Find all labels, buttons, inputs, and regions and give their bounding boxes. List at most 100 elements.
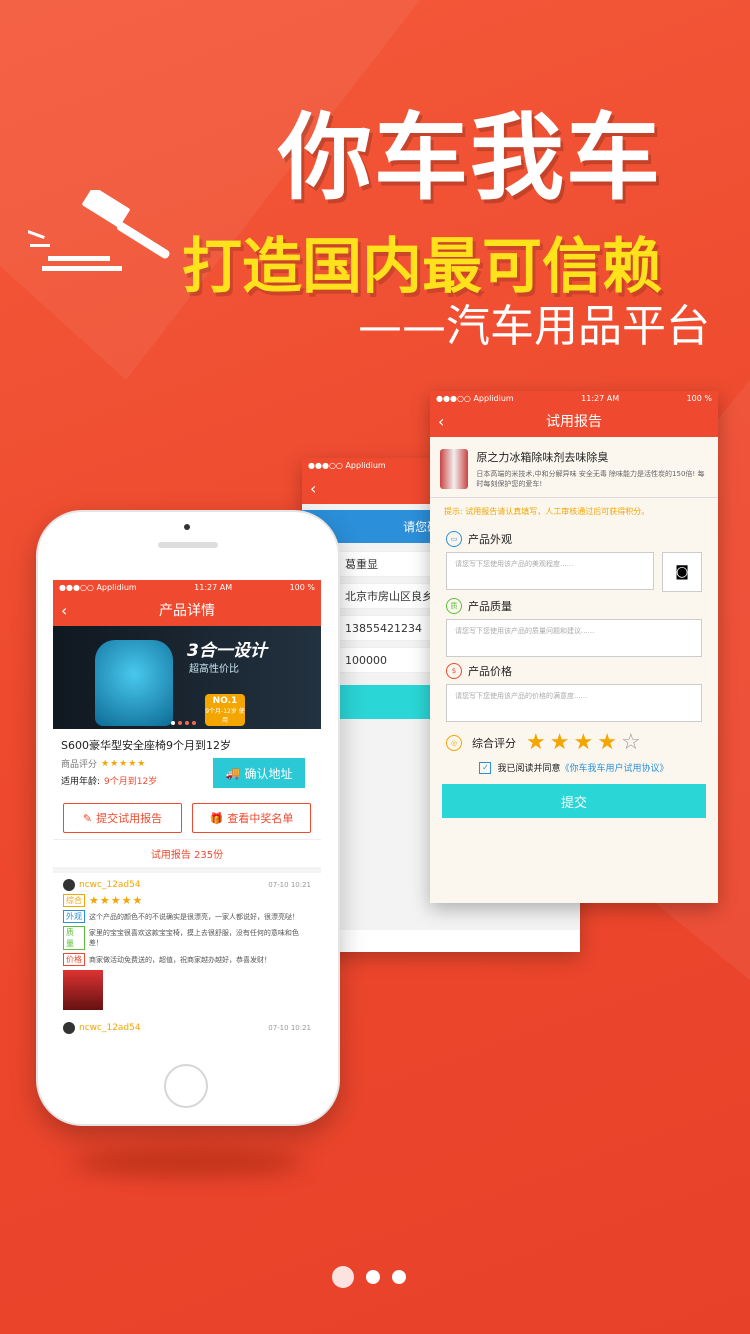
- star-rating: ★★★★★: [101, 758, 147, 769]
- quality-icon: 质: [446, 598, 462, 614]
- monitor-icon: ▭: [446, 531, 462, 547]
- submit-button[interactable]: 提交: [442, 784, 706, 818]
- battery-label: 100 %: [686, 393, 712, 403]
- price-textarea[interactable]: 请您写下您使用该产品的价格的满意度......: [446, 684, 702, 722]
- section-label: 产品价格: [468, 665, 512, 678]
- star-filled-icon[interactable]: ★: [526, 730, 550, 755]
- page-dot[interactable]: [332, 1266, 354, 1288]
- globe-icon: ◎: [446, 734, 462, 751]
- phone-shadow: [72, 1148, 304, 1178]
- nav-title: 产品详情: [159, 603, 215, 619]
- agree-text: 我已阅读并同意: [497, 764, 561, 774]
- pencil-icon: ✎: [82, 811, 93, 825]
- section-label: 产品外观: [468, 533, 512, 546]
- report-count: 试用报告 235份: [53, 839, 321, 873]
- car-seat-image: [95, 640, 173, 726]
- button-label: 确认地址: [244, 766, 293, 781]
- tag-quality: 质量: [63, 926, 85, 950]
- star-filled-icon[interactable]: ★: [550, 730, 574, 755]
- product-detail-screen: ●●●○○ Applidium 11:27 AM 100 % ‹ 产品详情 3合…: [53, 580, 321, 1056]
- product-summary: 原之力冰箱除味剂去味除臭 日本高端的米技术,中和分解异味 安全无毒 除味能力是活…: [430, 437, 718, 498]
- avatar: [63, 879, 75, 891]
- star-filled-icon[interactable]: ★: [597, 730, 621, 755]
- section-price: $ 产品价格 请您写下您使用该产品的价格的满意度......: [430, 663, 718, 722]
- review-user: ncwc_12ad54: [79, 1023, 141, 1033]
- badge-sub: 9个月-12岁 使用: [205, 708, 245, 724]
- hero-title: 你车我车: [278, 104, 663, 213]
- review-text: 商家做活动免费送的，超值，祝商家越办越好，恭喜发财！: [89, 955, 271, 964]
- button-label: 提交试用报告: [96, 812, 163, 825]
- clock: 11:27 AM: [194, 582, 233, 592]
- gavel-icon: [28, 190, 170, 271]
- overall-rating: ◎ 综合评分 ★★★★☆: [446, 730, 702, 755]
- star-filled-icon[interactable]: ★: [573, 730, 597, 755]
- product-name: S600豪华型安全座椅9个月到12岁: [61, 739, 231, 752]
- truck-icon: 🚚: [225, 766, 241, 780]
- review-time: 07-10 10:21: [268, 1024, 311, 1032]
- review-text: 家里的宝宝很喜欢这款宝宝椅，摸上去很舒服，没有任何的意味和色差！: [88, 929, 299, 947]
- star-rating: ★★★★★: [89, 894, 144, 907]
- quality-textarea[interactable]: 请您写下您使用该产品的质量问题和建议......: [446, 619, 702, 657]
- clock: 11:27 AM: [581, 393, 620, 403]
- review-item: ncwc_12ad54 07-10 10:21 综合 ★★★★★ 外观 这个产品的颜…: [53, 873, 321, 1016]
- review-text: 这个产品的颜色不的不说确实是很漂亮，一家人都说好，很漂亮哒！: [89, 912, 299, 921]
- back-icon[interactable]: ‹: [438, 412, 444, 431]
- no1-badge: NO.1 9个月-12岁 使用: [205, 694, 245, 726]
- status-bar: ●●●○○ Applidium 11:27 AM 100 %: [53, 580, 321, 594]
- battery-label: 100 %: [289, 582, 315, 592]
- carrier-label: ●●●○○ Applidium: [308, 460, 386, 470]
- tag-overall: 综合: [63, 894, 85, 907]
- page-dot[interactable]: [392, 1270, 406, 1284]
- review-item: ncwc_12ad54 07-10 10:21: [53, 1016, 321, 1040]
- tag-price: 价格: [63, 953, 85, 966]
- agreement-link[interactable]: 《你车我车用户试用协议》: [561, 761, 669, 774]
- page-dot[interactable]: [366, 1270, 380, 1284]
- review-user: ncwc_12ad54: [79, 880, 141, 890]
- star-empty-icon[interactable]: ☆: [621, 730, 645, 755]
- agreement-row: ✓ 我已阅读并同意 《你车我车用户试用协议》: [430, 761, 718, 774]
- appearance-textarea[interactable]: 请您写下您使用该产品的美观程度......: [446, 552, 654, 590]
- hero-tagline: ——汽车用品平台: [358, 301, 710, 352]
- speaker-grille: [158, 542, 218, 548]
- gift-icon: 🎁: [209, 811, 224, 825]
- rating-label: 商品评分: [61, 760, 98, 770]
- banner-pager: [171, 721, 196, 725]
- status-bar: ●●●○○ Applidium 11:27 AM 100 %: [430, 391, 718, 405]
- tag-appearance: 外观: [63, 910, 85, 923]
- product-image: [440, 449, 469, 489]
- home-button[interactable]: [164, 1064, 208, 1108]
- nav-title: 试用报告: [546, 414, 602, 430]
- section-quality: 质产品质量 请您写下您使用该产品的质量问题和建议......: [430, 598, 718, 657]
- back-icon[interactable]: ‹: [61, 601, 67, 620]
- carrier-label: ●●●○○ Applidium: [59, 582, 137, 592]
- product-description: 日本高端的米技术,中和分解异味 安全无毒 除味能力是活性炭的150倍! 每时每刻…: [476, 470, 705, 488]
- page-indicator[interactable]: [332, 1266, 406, 1288]
- avatar: [63, 1022, 75, 1034]
- banner-headline: 3合一设计: [187, 641, 267, 661]
- tip-text: 提示: 试用报告请认真填写，人工审核通过后可获得积分。: [444, 507, 650, 516]
- back-icon[interactable]: ‹: [310, 479, 316, 498]
- carrier-label: ●●●○○ Applidium: [436, 393, 514, 403]
- view-winners-button[interactable]: 🎁 查看中奖名单: [192, 803, 311, 833]
- confirm-address-button[interactable]: 🚚 确认地址: [213, 758, 305, 788]
- nav-bar: ‹ 试用报告: [430, 405, 718, 437]
- banner-subline: 超高性价比: [189, 664, 239, 675]
- section-label: 产品质量: [468, 600, 512, 613]
- trial-report-screen: ●●●○○ Applidium 11:27 AM 100 % ‹ 试用报告 原之…: [430, 391, 718, 903]
- submit-report-button[interactable]: ✎ 提交试用报告: [63, 803, 182, 833]
- product-title: 原之力冰箱除味剂去味除臭: [476, 451, 609, 464]
- nav-bar: ‹ 产品详情: [53, 594, 321, 626]
- button-label: 查看中奖名单: [227, 812, 294, 825]
- product-banner[interactable]: 3合一设计 超高性价比 NO.1 9个月-12岁 使用: [53, 626, 321, 729]
- dollar-icon: $: [446, 663, 462, 679]
- section-appearance: ▭ 产品外观 请您写下您使用该产品的美观程度...... ◙: [430, 531, 718, 592]
- badge-label: NO.1: [212, 696, 238, 706]
- review-photo[interactable]: [63, 970, 103, 1010]
- rating-label: 综合评分: [472, 736, 516, 750]
- camera-icon[interactable]: ◙: [662, 552, 702, 592]
- review-time: 07-10 10:21: [268, 881, 311, 889]
- checkbox-checked-icon[interactable]: ✓: [479, 761, 492, 774]
- camera-lens: [184, 524, 190, 530]
- phone-frame: ●●●○○ Applidium 11:27 AM 100 % ‹ 产品详情 3合…: [36, 510, 340, 1126]
- star-rating[interactable]: ★★★★☆: [526, 730, 645, 755]
